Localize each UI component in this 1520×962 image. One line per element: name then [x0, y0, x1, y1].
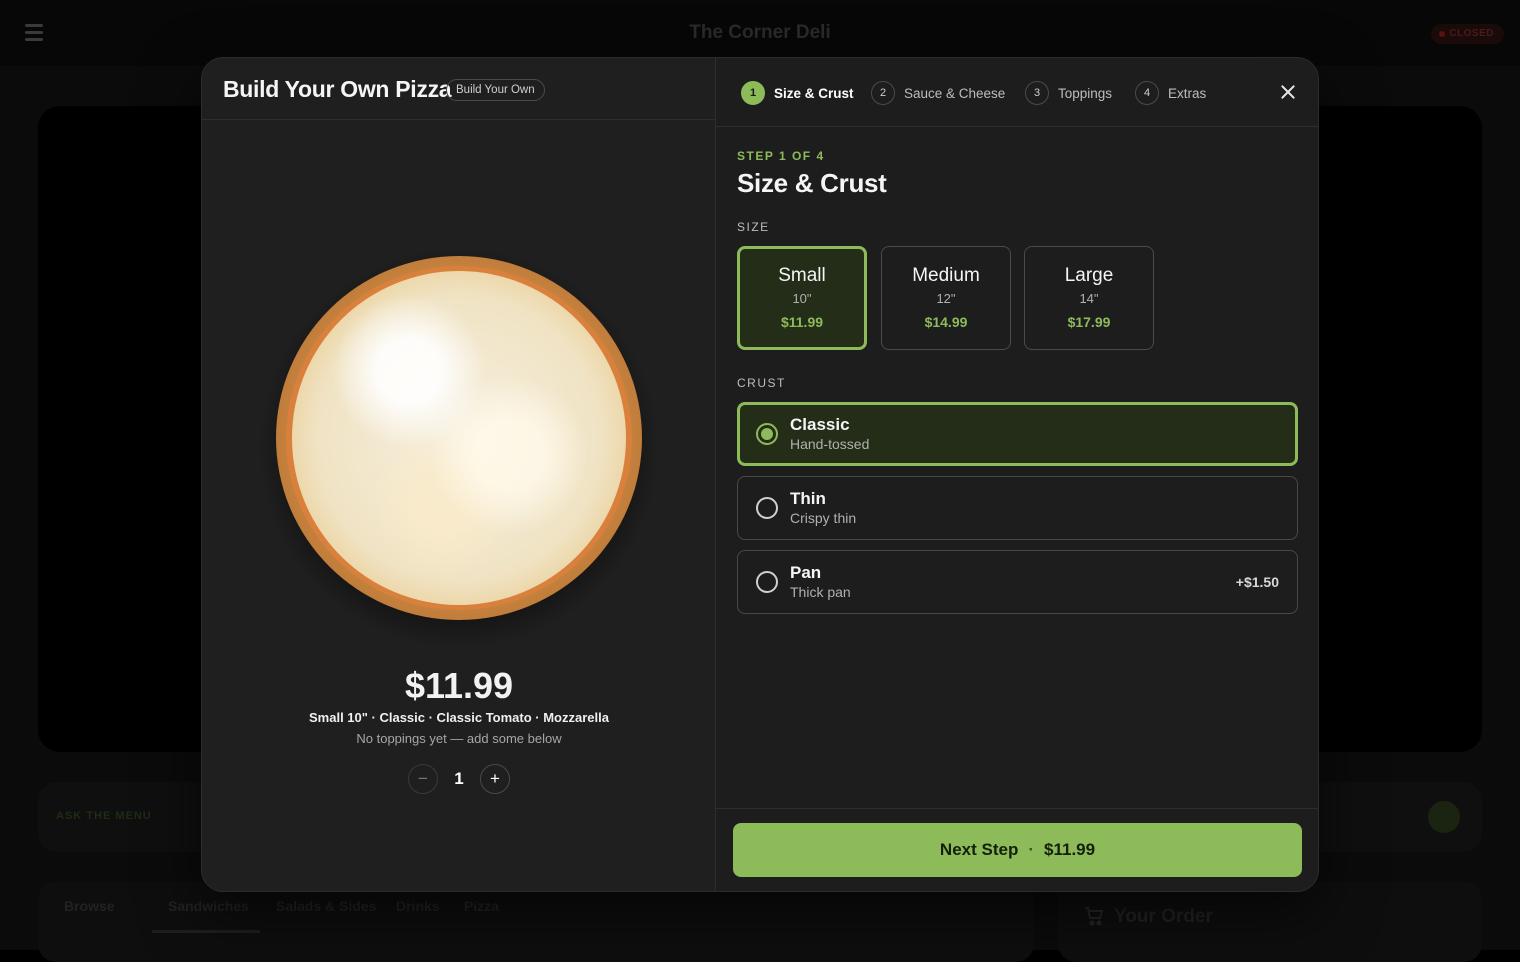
step-label: Size & Crust — [774, 86, 854, 101]
modal-header: Build Your Own Pizza Build Your Own — [202, 58, 716, 120]
tab-drinks[interactable]: Drinks — [396, 898, 440, 914]
ask-label: ASK THE MENU — [56, 810, 152, 822]
size-price: $11.99 — [740, 314, 864, 330]
step-number: 1 — [741, 81, 765, 105]
next-step-label: Next Step — [940, 840, 1018, 860]
crust-option-thin[interactable]: Thin Crispy thin — [737, 476, 1298, 540]
increase-quantity-button[interactable]: + — [480, 764, 510, 794]
next-step-price: $11.99 — [1044, 840, 1095, 860]
separator: · — [1028, 840, 1034, 860]
status-badge: CLOSED — [1431, 24, 1504, 44]
step-label: Sauce & Cheese — [904, 86, 1005, 101]
ask-send-button[interactable] — [1428, 801, 1460, 833]
crust-description: Hand-tossed — [790, 436, 869, 452]
step-progress-label: STEP 1 OF 4 — [737, 149, 825, 163]
step-size-crust[interactable]: 1 Size & Crust — [741, 81, 854, 105]
step-number: 3 — [1025, 81, 1049, 105]
tab-sandwiches[interactable]: Sandwiches — [168, 898, 249, 914]
step-extras[interactable]: 4 Extras — [1135, 81, 1206, 105]
category-bar — [38, 882, 1034, 962]
crust-upcharge: +$1.50 — [1236, 574, 1279, 590]
tab-browse[interactable]: Browse — [64, 898, 115, 914]
size-diameter: 12" — [882, 291, 1010, 306]
crust-description: Thick pan — [790, 584, 851, 600]
radio-unselected-icon — [756, 571, 778, 593]
crust-name: Pan — [790, 563, 821, 583]
crust-name: Classic — [790, 415, 850, 435]
size-option-medium[interactable]: Medium 12" $14.99 — [881, 246, 1011, 350]
options-pane: 1 Size & Crust 2 Sauce & Cheese 3 Toppin… — [716, 58, 1319, 892]
toppings-hint: No toppings yet — add some below — [202, 731, 716, 746]
modal-title: Build Your Own Pizza — [223, 76, 451, 103]
tab-pizza[interactable]: Pizza — [464, 898, 499, 914]
pizza-image — [276, 256, 642, 620]
pizza-builder-modal: Build Your Own Pizza Build Your Own $11.… — [201, 57, 1319, 892]
step-number: 4 — [1135, 81, 1159, 105]
close-icon[interactable] — [1276, 80, 1300, 104]
step-title: Size & Crust — [737, 168, 887, 199]
crust-option-classic[interactable]: Classic Hand-tossed — [737, 402, 1298, 466]
modal-footer: Next Step · $11.99 — [716, 808, 1319, 892]
crust-section-label: CRUST — [737, 376, 786, 390]
step-sauce-cheese[interactable]: 2 Sauce & Cheese — [871, 81, 1005, 105]
cart-icon — [1084, 906, 1104, 926]
size-section-label: SIZE — [737, 220, 770, 234]
size-diameter: 10" — [740, 291, 864, 306]
step-indicator: 1 Size & Crust 2 Sauce & Cheese 3 Toppin… — [716, 58, 1319, 127]
decrease-quantity-button[interactable]: − — [408, 764, 438, 794]
size-option-large[interactable]: Large 14" $17.99 — [1024, 246, 1154, 350]
step-number: 2 — [871, 81, 895, 105]
preview-pane: Build Your Own Pizza Build Your Own $11.… — [202, 58, 716, 892]
app-title: The Corner Deli — [0, 22, 1520, 44]
crust-description: Crispy thin — [790, 510, 856, 526]
size-name: Medium — [882, 265, 1010, 287]
quantity-stepper: − 1 + — [408, 764, 510, 796]
crust-name: Thin — [790, 489, 826, 509]
size-name: Large — [1025, 265, 1153, 287]
next-step-button[interactable]: Next Step · $11.99 — [733, 823, 1302, 877]
size-diameter: 14" — [1025, 291, 1153, 306]
active-tab-indicator — [152, 930, 260, 933]
size-price: $14.99 — [882, 314, 1010, 330]
size-option-small[interactable]: Small 10" $11.99 — [737, 246, 867, 350]
step-label: Extras — [1168, 86, 1206, 101]
total-price: $11.99 — [202, 665, 716, 707]
step-toppings[interactable]: 3 Toppings — [1025, 81, 1112, 105]
step-label: Toppings — [1058, 86, 1112, 101]
radio-selected-icon — [756, 423, 778, 445]
order-title: Your Order — [1114, 906, 1213, 928]
size-price: $17.99 — [1025, 314, 1153, 330]
quantity-value: 1 — [438, 769, 480, 789]
item-type-badge: Build Your Own — [446, 79, 545, 101]
size-name: Small — [740, 265, 864, 287]
selection-summary: Small 10" · Classic · Classic Tomato · M… — [202, 710, 716, 725]
tab-salads-sides[interactable]: Salads & Sides — [276, 898, 376, 914]
crust-option-pan[interactable]: Pan Thick pan +$1.50 — [737, 550, 1298, 614]
radio-unselected-icon — [756, 497, 778, 519]
